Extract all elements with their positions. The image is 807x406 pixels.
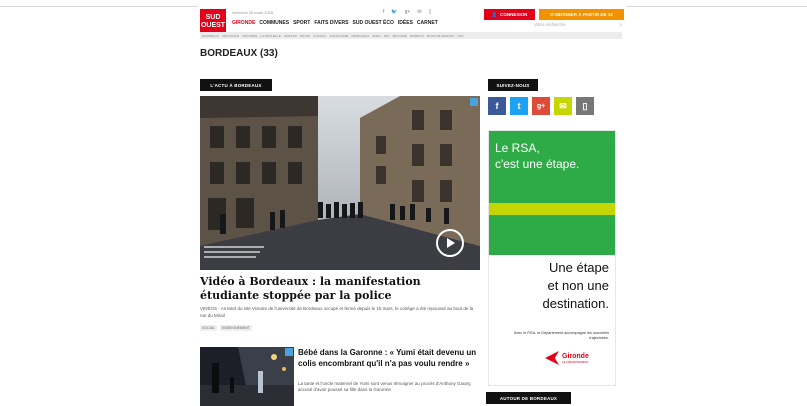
mobile-icon[interactable]: ▯ xyxy=(429,9,432,15)
logo-line-2: OUEST xyxy=(200,21,226,29)
subnav-item[interactable]: BIARRITZ xyxy=(410,34,424,38)
twitter-icon[interactable]: t xyxy=(510,97,528,115)
sidebar-social-buttons: f t g+ ✉ ▯ xyxy=(488,97,594,115)
gironde-arrow-icon xyxy=(545,351,559,365)
nav-item-communes[interactable]: COMMUNES xyxy=(259,20,289,26)
gironde-text: Gironde LE DÉPARTEMENT xyxy=(562,353,589,364)
mail-icon[interactable]: ✉ xyxy=(554,97,572,115)
subnav-item[interactable]: DAX xyxy=(457,34,463,38)
ad-line-3: Une étape xyxy=(549,260,609,275)
subnav-item[interactable]: LA ROCHELLE xyxy=(260,34,281,38)
subnav-item[interactable]: MONT-DE-MARSAN xyxy=(427,34,455,38)
subnav-item[interactable]: COGNAC xyxy=(313,34,326,38)
subscribe-button[interactable]: S'ABONNER À PARTIR DE 1€ xyxy=(539,9,624,20)
facebook-icon[interactable]: f xyxy=(383,9,384,15)
article-badge-icon xyxy=(285,348,293,356)
ad-line-1: Le RSA, xyxy=(495,141,540,155)
ad-green-block-lower xyxy=(489,215,615,255)
city-subnav: BORDEAUX ARCACHON LIBOURNE LA ROCHELLE S… xyxy=(200,32,622,39)
subnav-item[interactable]: LIBOURNE xyxy=(242,34,257,38)
rsa-advertisement[interactable]: Le RSA, c'est une étape. Une étape et no… xyxy=(488,130,616,386)
subnav-item[interactable]: PÉRIGUEUX xyxy=(352,34,370,38)
mobile-icon[interactable]: ▯ xyxy=(576,97,594,115)
header-social-links: f 🐦 g+ ✉ ▯ xyxy=(383,9,431,15)
googleplus-icon[interactable]: g+ xyxy=(405,9,411,15)
nav-item-gironde[interactable]: GIRONDE xyxy=(232,20,255,26)
ad-small-print: Avec le RSA, le Département accompagne l… xyxy=(513,331,609,340)
subnav-item[interactable]: PAU xyxy=(384,34,390,38)
header-date: mercredi 28 mars 2018 xyxy=(232,10,274,15)
logo-line-1: SUD xyxy=(205,13,221,21)
video-badge-icon xyxy=(470,98,478,106)
login-label: CONNEXION xyxy=(500,12,528,17)
twitter-icon[interactable]: 🐦 xyxy=(391,9,397,15)
subnav-item[interactable]: AGEN xyxy=(372,34,381,38)
section-label-actu: L'ACTU À BORDEAUX xyxy=(200,79,272,91)
search-icon[interactable]: ⌕ xyxy=(619,22,622,27)
gironde-logo: Gironde LE DÉPARTEMENT xyxy=(545,351,589,365)
play-icon[interactable] xyxy=(436,229,464,257)
ad-yellow-stripe xyxy=(489,203,615,215)
gironde-brand: Gironde xyxy=(562,352,589,360)
subnav-item[interactable]: BORDEAUX xyxy=(202,34,219,38)
facebook-icon[interactable]: f xyxy=(488,97,506,115)
user-icon: 👤 xyxy=(491,11,498,17)
main-article-image[interactable] xyxy=(200,96,480,270)
ad-tagline: Une étape et non une destination. xyxy=(543,259,610,313)
login-button[interactable]: 👤 CONNEXION xyxy=(484,9,535,20)
subnav-item[interactable]: BAYONNE xyxy=(393,34,407,38)
page-content: SUD OUEST mercredi 28 mars 2018 f 🐦 g+ ✉… xyxy=(198,6,626,406)
subnav-item[interactable]: SAINTES xyxy=(284,34,297,38)
play-triangle-icon xyxy=(447,238,455,248)
subnav-item[interactable]: ANGOULÊME xyxy=(329,34,348,38)
main-article-headline[interactable]: Vidéo à Bordeaux : la manifestation étud… xyxy=(200,275,480,303)
second-article-image[interactable] xyxy=(200,347,294,406)
tag-social[interactable]: SOCIAL xyxy=(200,325,217,331)
tag-enseignement[interactable]: ENSEIGNEMENT xyxy=(219,325,252,331)
second-article-headline[interactable]: Bébé dans la Garonne : « Yumi était deve… xyxy=(298,347,478,369)
follow-us-label: SUIVEZ-NOUS xyxy=(488,79,538,91)
night-scene-photo xyxy=(200,347,294,406)
nav-item-sport[interactable]: SPORT xyxy=(293,20,310,26)
ad-line-2: c'est une étape. xyxy=(495,157,580,171)
nav-item-sud-ouest-eco[interactable]: SUD OUEST ÉCO xyxy=(353,20,394,26)
main-article-tags: SOCIAL ENSEIGNEMENT xyxy=(200,325,252,331)
ad-line-5: destination. xyxy=(542,296,610,311)
mail-icon[interactable]: ✉ xyxy=(417,9,421,15)
around-bordeaux-label: AUTOUR DE BORDEAUX xyxy=(486,392,571,404)
subnav-item[interactable]: ARCACHON xyxy=(222,34,239,38)
nav-item-faits-divers[interactable]: FAITS DIVERS xyxy=(314,20,348,26)
second-article-excerpt: La tante et l'oncle maternel de Yumi son… xyxy=(298,381,472,393)
subnav-item[interactable]: ROYAN xyxy=(300,34,310,38)
site-logo[interactable]: SUD OUEST xyxy=(200,9,226,34)
ad-headline: Le RSA, c'est une étape. xyxy=(495,140,579,172)
search-input[interactable]: Votre recherche xyxy=(534,22,566,27)
main-nav: GIRONDE COMMUNES SPORT FAITS DIVERS SUD … xyxy=(232,20,438,26)
page-title: BORDEAUX (33) xyxy=(200,48,278,59)
nav-item-idees[interactable]: IDÉES xyxy=(398,20,413,26)
gironde-sub: LE DÉPARTEMENT xyxy=(562,359,589,364)
nav-item-carnet[interactable]: CARNET xyxy=(417,20,438,26)
search-bar[interactable]: Votre recherche ⌕ xyxy=(534,20,622,29)
main-article-excerpt: VIDÉOS - Arrivant du site Victoire de l'… xyxy=(200,306,474,318)
googleplus-icon[interactable]: g+ xyxy=(532,97,550,115)
ad-line-4: et non une xyxy=(547,278,609,293)
